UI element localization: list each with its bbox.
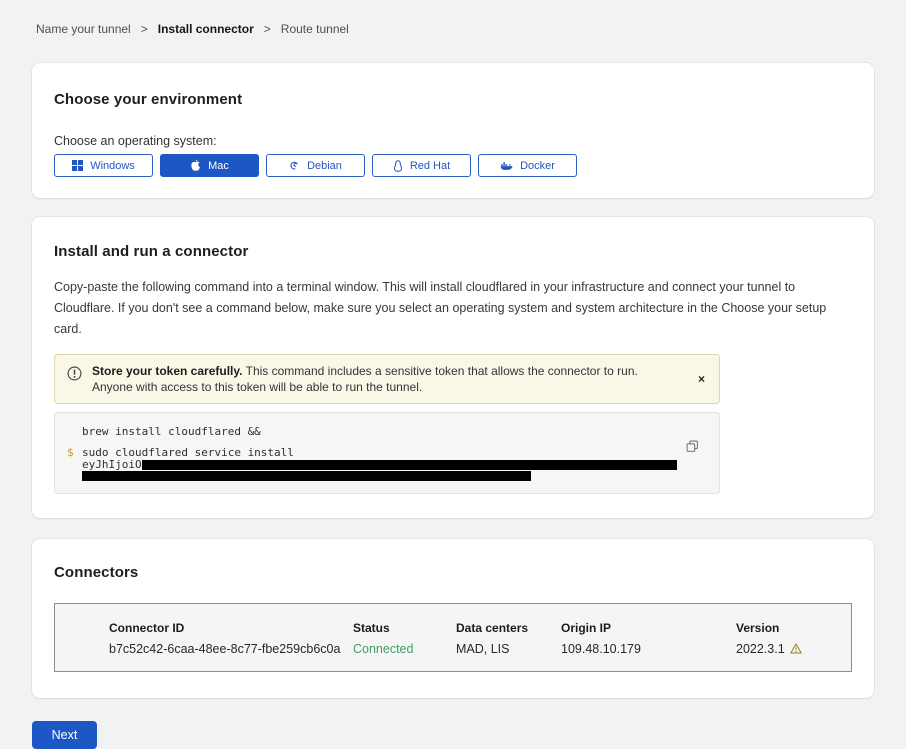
docker-icon [500, 161, 513, 171]
data-centers-cell: MAD, LIS [456, 642, 561, 656]
os-button-label: Debian [307, 160, 342, 172]
os-button-label: Docker [520, 160, 555, 172]
os-button-mac[interactable]: Mac [160, 154, 259, 177]
column-header-origin-ip: Origin IP [561, 621, 736, 635]
os-button-label: Windows [90, 160, 135, 172]
install-card-description: Copy-paste the following command into a … [54, 277, 852, 340]
token-prefix: eyJhIjoiO [82, 459, 142, 470]
next-button[interactable]: Next [32, 721, 97, 749]
table-row: b7c52c42-6caa-48ee-8c77-fbe259cb6c0a Con… [55, 642, 851, 656]
breadcrumb-separator: > [141, 22, 148, 36]
apple-icon [190, 159, 201, 172]
os-button-group: Windows Mac Debian Red Hat [54, 154, 852, 177]
connectors-table: Connector ID Status Data centers Origin … [54, 603, 852, 672]
warning-icon [790, 643, 802, 654]
status-badge: Connected [353, 642, 456, 656]
copy-icon[interactable] [686, 440, 699, 456]
tunnel-setup-page: Name your tunnel > Install connector > R… [0, 0, 906, 749]
version-cell: 2022.3.1 [736, 642, 851, 656]
choose-environment-card: Choose your environment Choose an operat… [32, 63, 874, 198]
column-header-status: Status [353, 621, 456, 635]
windows-icon [72, 160, 83, 171]
alert-bold-text: Store your token carefully. [92, 364, 243, 378]
breadcrumb-separator: > [264, 22, 271, 36]
os-button-label: Red Hat [410, 160, 450, 172]
redacted-token-bar [142, 460, 677, 470]
column-header-connector-id: Connector ID [55, 621, 353, 635]
shell-prompt: $ [67, 447, 82, 459]
version-value: 2022.3.1 [736, 642, 785, 656]
install-card-title: Install and run a connector [54, 243, 852, 260]
command-line-2: $ sudo cloudflared service install [55, 447, 719, 459]
install-command-block: brew install cloudflared && $ sudo cloud… [54, 412, 720, 494]
connector-id-cell: b7c52c42-6caa-48ee-8c77-fbe259cb6c0a [55, 642, 353, 656]
table-header-row: Connector ID Status Data centers Origin … [55, 621, 851, 635]
os-select-label: Choose an operating system: [54, 134, 852, 148]
redhat-icon [393, 160, 403, 172]
os-button-label: Mac [208, 160, 229, 172]
command-line-1: brew install cloudflared && [55, 426, 719, 438]
breadcrumb-step-install-connector[interactable]: Install connector [158, 22, 254, 36]
column-header-data-centers: Data centers [456, 621, 561, 635]
connectors-card: Connectors Connector ID Status Data cent… [32, 539, 874, 698]
breadcrumb-step-route-tunnel[interactable]: Route tunnel [281, 22, 349, 36]
redacted-token-bar [82, 471, 531, 481]
os-button-debian[interactable]: Debian [266, 154, 365, 177]
info-icon [67, 366, 82, 386]
origin-ip-cell: 109.48.10.179 [561, 642, 736, 656]
command-line-3: eyJhIjoiO [55, 459, 719, 470]
breadcrumb: Name your tunnel > Install connector > R… [36, 22, 874, 36]
os-button-redhat[interactable]: Red Hat [372, 154, 471, 177]
connectors-card-title: Connectors [54, 564, 852, 581]
os-button-docker[interactable]: Docker [478, 154, 577, 177]
column-header-version: Version [736, 621, 851, 635]
breadcrumb-step-name-your-tunnel[interactable]: Name your tunnel [36, 22, 131, 36]
debian-icon [289, 160, 300, 171]
close-icon[interactable]: × [694, 373, 709, 385]
environment-card-title: Choose your environment [54, 91, 852, 108]
alert-message: Store your token carefully. This command… [92, 363, 664, 395]
token-warning-alert: Store your token carefully. This command… [54, 354, 720, 404]
os-button-windows[interactable]: Windows [54, 154, 153, 177]
install-connector-card: Install and run a connector Copy-paste t… [32, 217, 874, 518]
